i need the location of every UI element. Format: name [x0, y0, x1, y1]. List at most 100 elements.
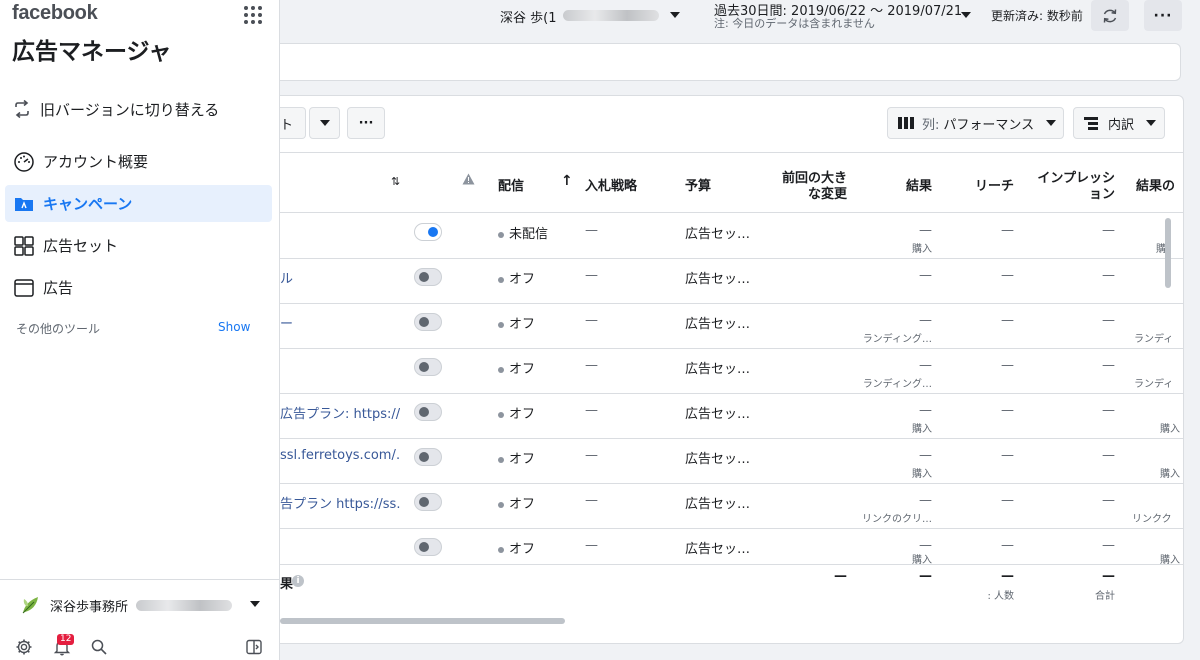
account-switcher[interactable]: 深谷歩事務所 [20, 594, 233, 616]
columns-value: パフォーマンス [943, 117, 1035, 133]
settings-gear-icon[interactable] [15, 638, 33, 656]
refresh-button[interactable] [1091, 0, 1129, 31]
impressions: — [1102, 313, 1115, 328]
table-row[interactable]: ー オフ — 広告セッ… — ランディング… — — ランディ [280, 304, 1183, 349]
header-results[interactable]: 結果 [890, 175, 932, 194]
redacted-user-id [563, 10, 659, 21]
results: — [919, 358, 932, 373]
budget: 広告セッ… [685, 497, 751, 512]
campaign-name[interactable]: ル [280, 268, 400, 287]
campaign-name[interactable]: 告プラン https://ss… [280, 493, 400, 512]
header-cost-per-result[interactable]: 結果の [1136, 175, 1175, 194]
search-icon[interactable] [90, 638, 108, 656]
header-budget[interactable]: 予算 [685, 175, 711, 194]
facebook-logo[interactable]: facebook [12, 2, 98, 25]
sidebar-item-ad-sets[interactable]: 広告セット [5, 227, 272, 264]
collapse-panel-icon[interactable] [245, 638, 263, 656]
reach: — [1001, 538, 1014, 553]
sort-ascending-icon[interactable]: ↑ [561, 173, 573, 189]
header-bid-strategy[interactable]: 入札戦略 [585, 175, 637, 194]
header-impressions-line2[interactable]: ョン [1033, 183, 1115, 202]
swap-arrows-icon [12, 99, 32, 119]
dashboard-gauge-icon [13, 151, 35, 173]
campaign-toggle[interactable] [414, 223, 442, 241]
table-row[interactable]: 告プラン https://ss… オフ — 広告セッ… — リンクのクリ… — … [280, 484, 1183, 529]
app-grid-icon[interactable] [244, 6, 262, 24]
results-type: 購入 [912, 469, 932, 480]
campaign-toggle[interactable] [414, 538, 442, 556]
campaign-name[interactable]: ssl.ferretoys.com/… [280, 448, 400, 463]
delivery-status: オフ [498, 448, 535, 467]
chevron-down-icon [1046, 120, 1057, 126]
date-dropdown-icon[interactable] [961, 12, 971, 18]
delivery-status: 未配信 [498, 223, 548, 242]
campaign-toggle[interactable] [414, 403, 442, 421]
table-row[interactable]: ル オフ — 広告セッ… — — — [280, 259, 1183, 304]
user-dropdown-icon[interactable] [670, 12, 680, 18]
table-row[interactable]: ssl.ferretoys.com/… オフ — 広告セッ… — 購入 — — … [280, 439, 1183, 484]
edit-dropdown-button[interactable] [309, 107, 340, 139]
results: — [919, 403, 932, 418]
table-row[interactable]: 広告プラン: https://… オフ — 広告セッ… — 購入 — — 購入 [280, 394, 1183, 439]
more-actions-button[interactable]: ··· [347, 107, 385, 139]
sidebar-item-label: キャンペーン [43, 195, 133, 213]
bid-strategy: — [585, 448, 598, 463]
breakdown-icon [1084, 116, 1100, 130]
campaign-toggle[interactable] [414, 358, 442, 376]
bid-strategy: — [585, 538, 598, 553]
results-type: ランディング… [862, 379, 932, 390]
reach: — [1001, 268, 1014, 283]
switch-version-label: 旧バージョンに切り替える [40, 100, 220, 119]
sidebar-item-label: 広告セット [43, 237, 119, 255]
switch-version-link[interactable]: 旧バージョンに切り替える [12, 98, 219, 120]
campaign-name[interactable]: ー [280, 313, 400, 332]
sidebar-item-account-overview[interactable]: アカウント概要 [5, 143, 272, 180]
info-icon[interactable]: i [292, 575, 304, 587]
account-name: 深谷歩事務所 [50, 599, 129, 615]
header-recent-changes-line2[interactable]: な変更 [780, 183, 847, 202]
impressions: — [1102, 223, 1115, 238]
reach: — [1001, 448, 1014, 463]
campaign-toggle[interactable] [414, 268, 442, 286]
sort-arrows-icon[interactable]: ⇅ [391, 175, 400, 188]
budget: 広告セッ… [685, 317, 751, 332]
columns-selector[interactable]: 列: パフォーマンス [887, 107, 1064, 139]
header-reach[interactable]: リーチ [970, 175, 1014, 194]
table-row[interactable]: オフ — 広告セッ… — ランディング… — — ランディ [280, 349, 1183, 394]
reach: — [1001, 313, 1014, 328]
account-dropdown-icon[interactable] [250, 601, 260, 607]
campaign-toggle[interactable] [414, 313, 442, 331]
sidebar-item-ads[interactable]: 広告 [5, 269, 272, 306]
warning-icon[interactable] [462, 173, 475, 189]
ad-window-icon [13, 277, 35, 299]
vertical-scrollbar[interactable] [1165, 218, 1171, 288]
breakdown-selector[interactable]: 内訳 [1073, 107, 1165, 139]
sidebar-item-campaigns[interactable]: キャンペーン [5, 185, 272, 222]
results-type: リンクのクリ… [862, 514, 932, 525]
impressions: — [1102, 538, 1115, 553]
delivery-status: オフ [498, 358, 535, 377]
date-note: 注: 今日のデータは含まれません [714, 17, 875, 30]
table-row[interactable]: 未配信 — 広告セッ… — 購入 — — 購 [280, 214, 1183, 259]
header-delivery[interactable]: 配信 [498, 175, 524, 194]
user-name[interactable]: 深谷 歩(1 [500, 7, 556, 26]
show-tools-link[interactable]: Show [218, 320, 250, 334]
sidebar-item-label: 広告 [43, 279, 74, 297]
cost-type: リンクク [1132, 514, 1172, 525]
chevron-down-icon [1146, 120, 1157, 126]
edit-button[interactable]: ト [280, 107, 306, 139]
more-options-button[interactable]: ··· [1144, 0, 1182, 31]
totals-label: 果 [280, 577, 294, 592]
campaign-name[interactable]: 広告プラン: https://… [280, 403, 400, 422]
search-filter-bar[interactable] [280, 43, 1181, 81]
budget: 広告セッ… [685, 362, 751, 377]
horizontal-scrollbar[interactable] [280, 615, 1183, 625]
reach: — [1001, 493, 1014, 508]
campaign-toggle[interactable] [414, 493, 442, 511]
results: — [919, 493, 932, 508]
refresh-icon [1101, 7, 1119, 25]
delivery-status: オフ [498, 493, 535, 512]
reach: — [1001, 223, 1014, 238]
totals-reach: — [1001, 569, 1014, 584]
campaign-toggle[interactable] [414, 448, 442, 466]
